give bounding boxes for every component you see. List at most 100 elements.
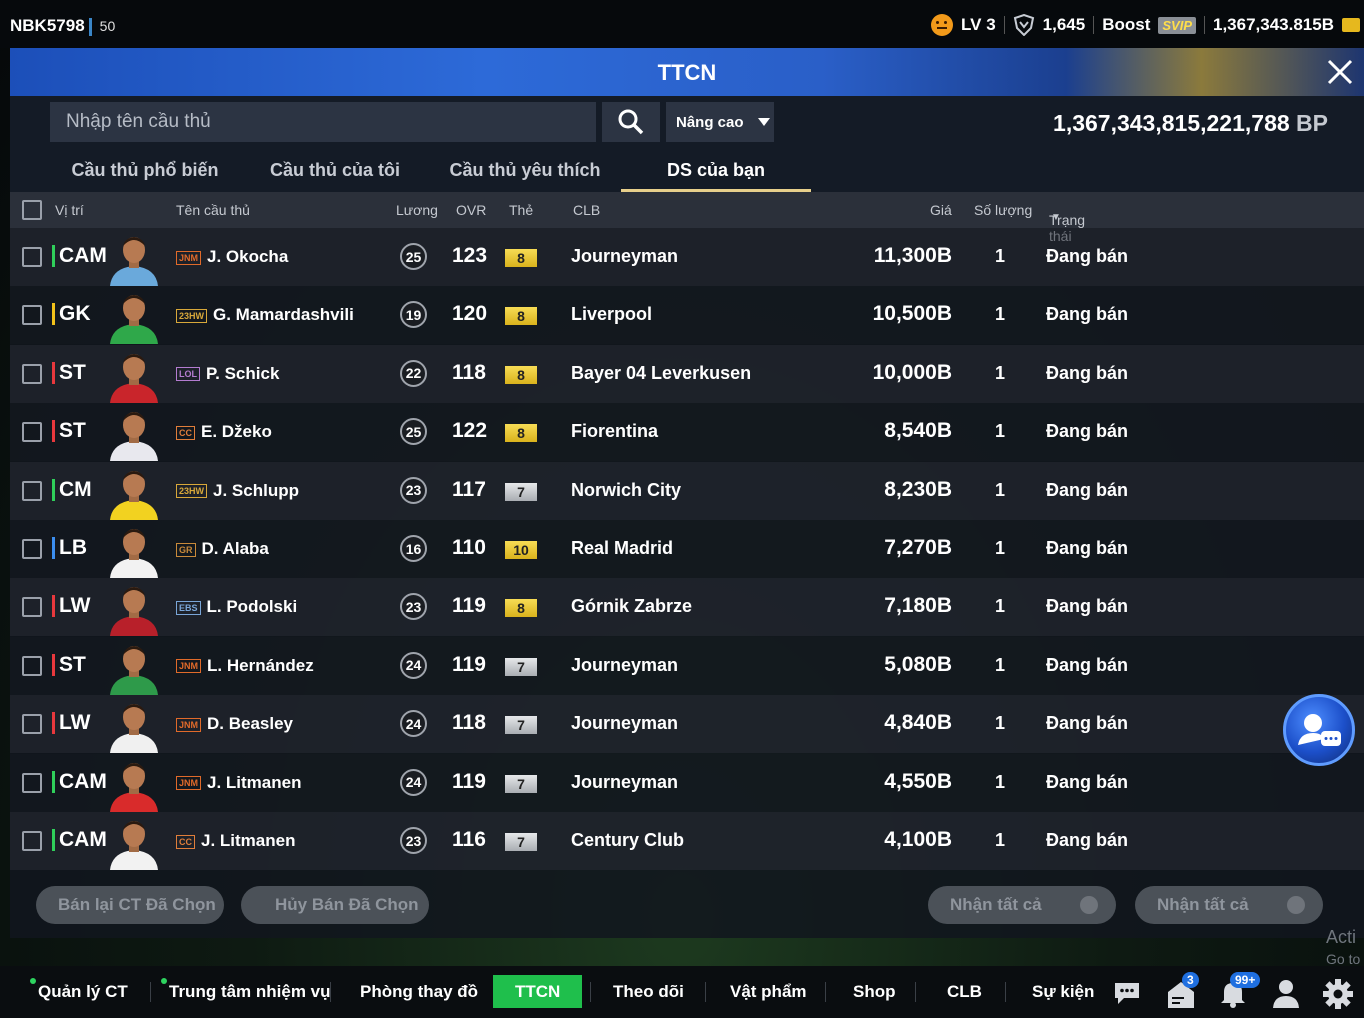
row-checkbox[interactable] [22, 714, 42, 735]
player-name-cell[interactable]: 23HW G. Mamardashvili [176, 305, 354, 325]
column-header-position[interactable]: Vị trí [55, 202, 84, 218]
claim-all-bp-button[interactable]: Nhận tất cả [1135, 886, 1323, 924]
column-header-club[interactable]: CLB [573, 202, 600, 218]
row-checkbox[interactable] [22, 831, 42, 851]
notifications-button[interactable]: 99+ [1218, 972, 1261, 1010]
table-header: Vị trí Tên cầu thủ Lương OVR Thẻ CLB Giá… [10, 192, 1364, 244]
grade-badge: 10 [505, 541, 537, 559]
player-name-cell[interactable]: 23HW J. Schlupp [176, 481, 299, 501]
player-name-cell[interactable]: GR D. Alaba [176, 539, 269, 559]
price-value: 8,540B [884, 419, 952, 443]
row-checkbox[interactable] [22, 539, 42, 559]
row-checkbox[interactable] [22, 655, 42, 676]
top-status-bar: NBK5798 50 LV 3 1,645 Boost SVIP 1,367,34… [0, 0, 1364, 48]
player-name-cell[interactable]: JNM J. Litmanen [176, 773, 301, 793]
row-checkbox[interactable] [22, 363, 42, 384]
salary-badge: 24 [400, 651, 427, 679]
nav-mission-center[interactable]: Trung tâm nhiệm vụ [161, 978, 331, 1002]
nav-club[interactable]: CLB [947, 982, 982, 1002]
salary-badge: 23 [400, 827, 427, 854]
position-label: LB [52, 536, 87, 560]
column-header-price[interactable]: Giá [930, 202, 952, 218]
position-text: CAM [59, 828, 107, 851]
tab-popular-players[interactable]: Cầu thủ phổ biến [50, 148, 240, 192]
claim-all-label: Nhận tất cả [950, 895, 1042, 914]
notifications-badge: 99+ [1230, 972, 1261, 988]
player-name-cell[interactable]: CC J. Litmanen [176, 831, 295, 851]
close-icon[interactable] [1324, 56, 1356, 88]
nav-team-management[interactable]: Quản lý CT [30, 978, 128, 1002]
nav-shop[interactable]: Shop [853, 982, 896, 1002]
season-badge: 23HW [176, 484, 208, 499]
column-header-grade[interactable]: Thẻ [509, 202, 533, 218]
row-checkbox[interactable] [22, 305, 42, 326]
search-button[interactable] [602, 102, 660, 142]
row-checkbox[interactable] [22, 480, 42, 501]
ovr-value: 118 [452, 360, 486, 384]
chat-icon[interactable] [1112, 980, 1142, 1006]
cancel-selected-button[interactable]: Hủy Bán Đã Chọn [241, 886, 429, 924]
status-badge: Đang bán [1046, 304, 1129, 325]
divider [590, 982, 591, 1002]
table-row[interactable]: CM 23HW J. Schlupp 23 117 7 Norwich City 8,230B… [10, 461, 1364, 520]
mail-button[interactable]: 3 [1166, 972, 1199, 1010]
table-row[interactable]: LW EBS L. Podolski 23 119 8 Górnik Zabrze 7,180… [10, 578, 1364, 637]
column-header-salary[interactable]: Lương [396, 202, 438, 218]
column-header-ovr[interactable]: OVR [456, 202, 486, 218]
salary-badge: 16 [400, 535, 427, 562]
search-icon [618, 109, 644, 135]
search-input[interactable] [50, 102, 596, 142]
resell-selected-button[interactable]: Bán lại CT Đã Chọn [36, 886, 224, 924]
table-row[interactable]: CAM CC J. Litmanen 23 116 7 Century Club 4,100B… [10, 812, 1364, 870]
tab-favorite-players[interactable]: Cầu thủ yêu thích [430, 148, 620, 192]
advanced-filter-dropdown[interactable]: Nâng cao [666, 102, 774, 142]
gear-icon[interactable] [1322, 978, 1354, 1010]
salary-badge: 24 [400, 768, 427, 796]
position-label: GK [52, 302, 91, 326]
claim-all-players-button[interactable]: Nhận tất cả [928, 886, 1116, 924]
nav-ttcn[interactable]: TTCN [493, 975, 583, 1008]
row-checkbox[interactable] [22, 247, 42, 267]
player-name: E. Džeko [201, 422, 272, 442]
nav-events[interactable]: Sự kiện [1032, 982, 1094, 1002]
player-name-cell[interactable]: JNM J. Okocha [176, 247, 288, 267]
table-row[interactable]: LB GR D. Alaba 16 110 10 Real Madrid 7,270B 1 Đan… [10, 520, 1364, 578]
player-name-cell[interactable]: JNM L. Hernández [176, 656, 314, 676]
row-checkbox[interactable] [22, 597, 42, 618]
support-chat-button[interactable] [1283, 694, 1355, 766]
table-row[interactable]: ST LOL P. Schick 22 118 8 Bayer 04 Leverkusen 1… [10, 344, 1364, 403]
ovr-value: 118 [452, 711, 486, 735]
club-name: Journeyman [571, 771, 679, 792]
salary-badge: 25 [400, 418, 427, 446]
club-name: Journeyman [571, 713, 679, 734]
player-name-cell[interactable]: EBS L. Podolski [176, 597, 297, 617]
table-row[interactable]: CAM JNM J. Litmanen 24 119 7 Journeyman 4,550B 1… [10, 753, 1364, 812]
table-row[interactable]: ST JNM L. Hernández 24 119 7 Journeyman 5,080B 1… [10, 636, 1364, 695]
tab-your-list[interactable]: DS của bạn [621, 148, 811, 192]
boost-label[interactable]: Boost [1102, 15, 1150, 35]
status-badge: Đang bán [1046, 771, 1129, 792]
table-row[interactable]: ST CC E. Džeko 25 122 8 Fiorentina 8,540B 1 Đang … [10, 403, 1364, 462]
select-all-checkbox[interactable] [22, 200, 42, 220]
player-name-cell[interactable]: LOL P. Schick [176, 364, 279, 384]
table-row[interactable]: LW JNM D. Beasley 24 118 7 Journeyman 4,840B 1 Đa… [10, 695, 1364, 754]
notification-dot [30, 978, 36, 984]
profile-icon[interactable] [1271, 978, 1301, 1008]
nav-items[interactable]: Vật phẩm [730, 982, 807, 1002]
nav-locker-room[interactable]: Phòng thay đồ [360, 982, 478, 1002]
player-name-cell[interactable]: JNM D. Beasley [176, 714, 293, 734]
table-row[interactable]: GK 23HW G. Mamardashvili 19 120 8 Liverpool 10,… [10, 286, 1364, 345]
face-icon [931, 14, 954, 36]
player-name-cell[interactable]: CC E. Džeko [176, 422, 272, 442]
row-checkbox[interactable] [22, 772, 42, 793]
divider [1003, 16, 1005, 34]
table-row[interactable]: CAM JNM J. Okocha 25 123 8 Journeyman 11,300B 1 Đ… [10, 228, 1364, 286]
price-value: 5,080B [884, 652, 952, 676]
row-checkbox[interactable] [22, 422, 42, 443]
nav-watchlist[interactable]: Theo dõi [613, 982, 684, 1002]
tab-my-players[interactable]: Cầu thủ của tôi [240, 148, 430, 192]
column-header-name[interactable]: Tên cầu thủ [176, 202, 250, 218]
player-name: J. Okocha [207, 247, 289, 266]
position-color-bar [52, 303, 55, 326]
column-header-quantity[interactable]: Số lượng [974, 202, 1032, 218]
